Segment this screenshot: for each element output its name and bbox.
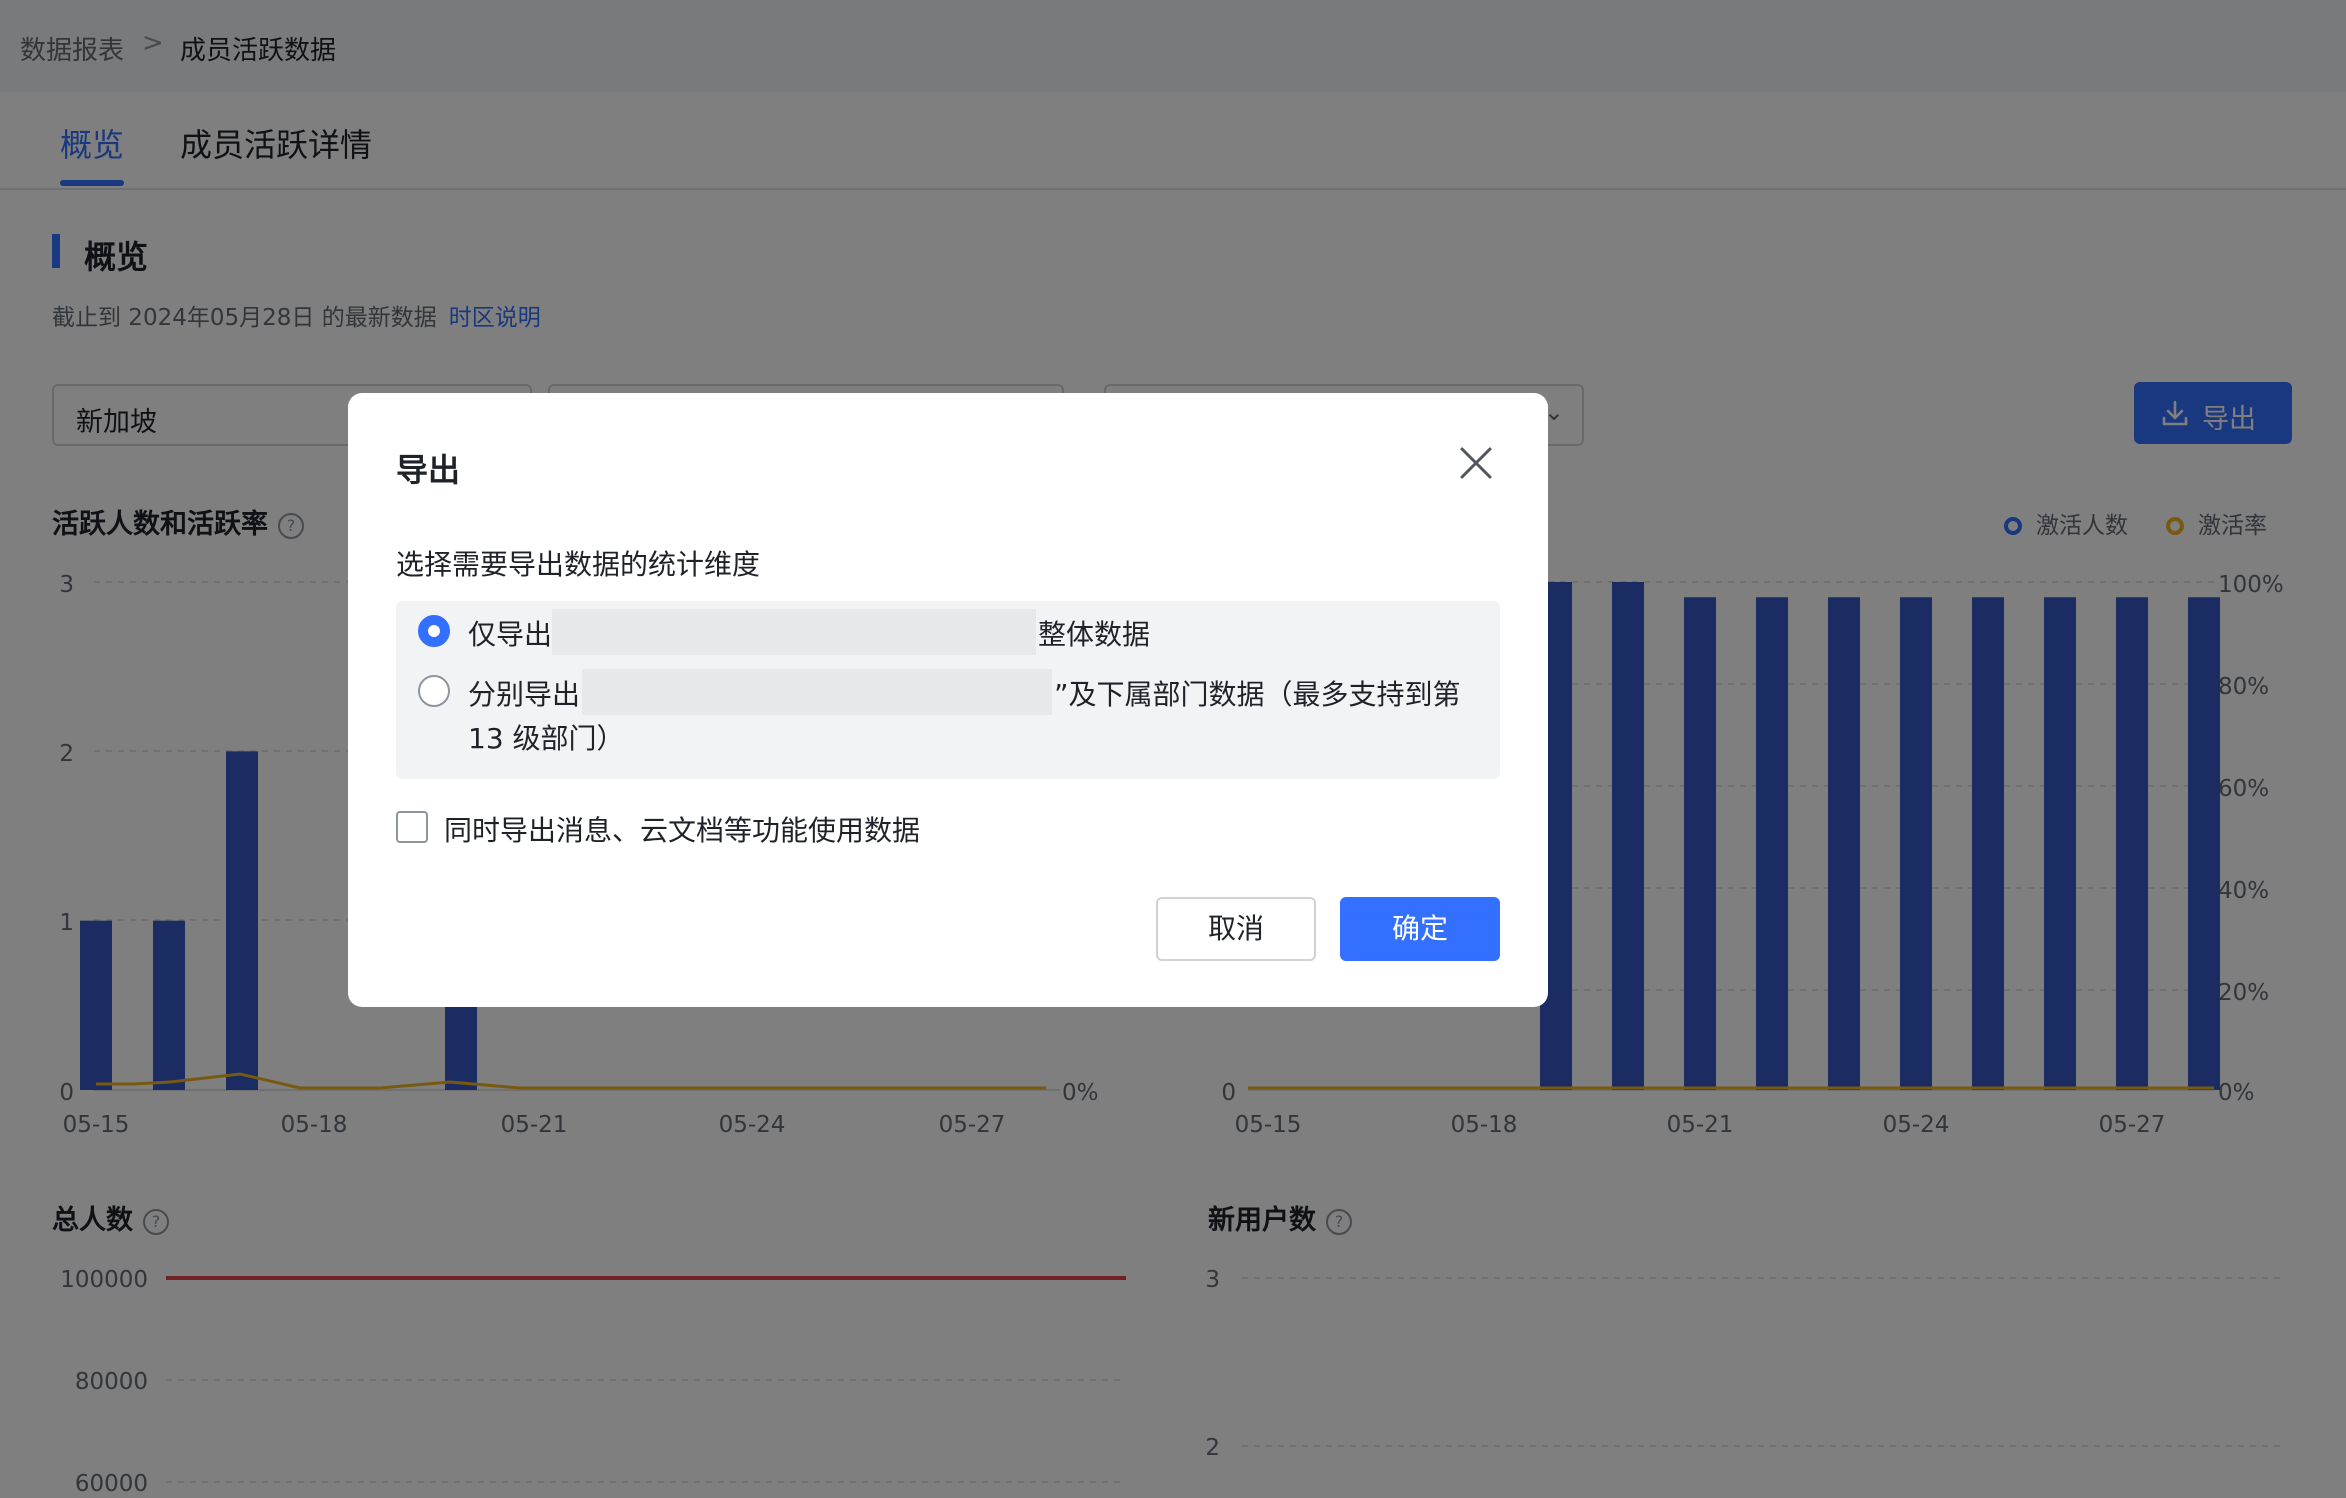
close-icon[interactable] — [1456, 443, 1496, 483]
confirm-button[interactable]: 确定 — [1340, 897, 1500, 961]
redacted-name — [552, 609, 1036, 655]
radio-export-separately[interactable] — [418, 675, 450, 707]
option-separate-line2: 13 级部门） — [468, 722, 625, 755]
radio-export-overall[interactable] — [418, 615, 450, 647]
cancel-button[interactable]: 取消 — [1156, 897, 1316, 961]
usage-data-checkbox-label[interactable]: 同时导出消息、云文档等功能使用数据 — [444, 809, 920, 849]
option-separate-suffix: ”及下属部门数据（最多支持到第 — [1054, 678, 1461, 711]
export-options: 仅导出 整体数据 分别导出 ”及下属部门数据（最多支持到第 13 级部门） — [396, 601, 1500, 779]
dialog-description: 选择需要导出数据的统计维度 — [396, 548, 761, 581]
option-separate-prefix: 分别导出 — [468, 678, 581, 711]
export-dialog: 导出 选择需要导出数据的统计维度 仅导出 整体数据 分别导出 ”及下属部门数据（… — [348, 393, 1548, 1007]
option-overall-suffix: 整体数据 — [1038, 618, 1151, 651]
dialog-title: 导出 — [396, 451, 461, 489]
usage-data-checkbox[interactable] — [396, 811, 428, 843]
option-overall-prefix: 仅导出 — [468, 618, 553, 651]
redacted-name — [582, 669, 1052, 715]
